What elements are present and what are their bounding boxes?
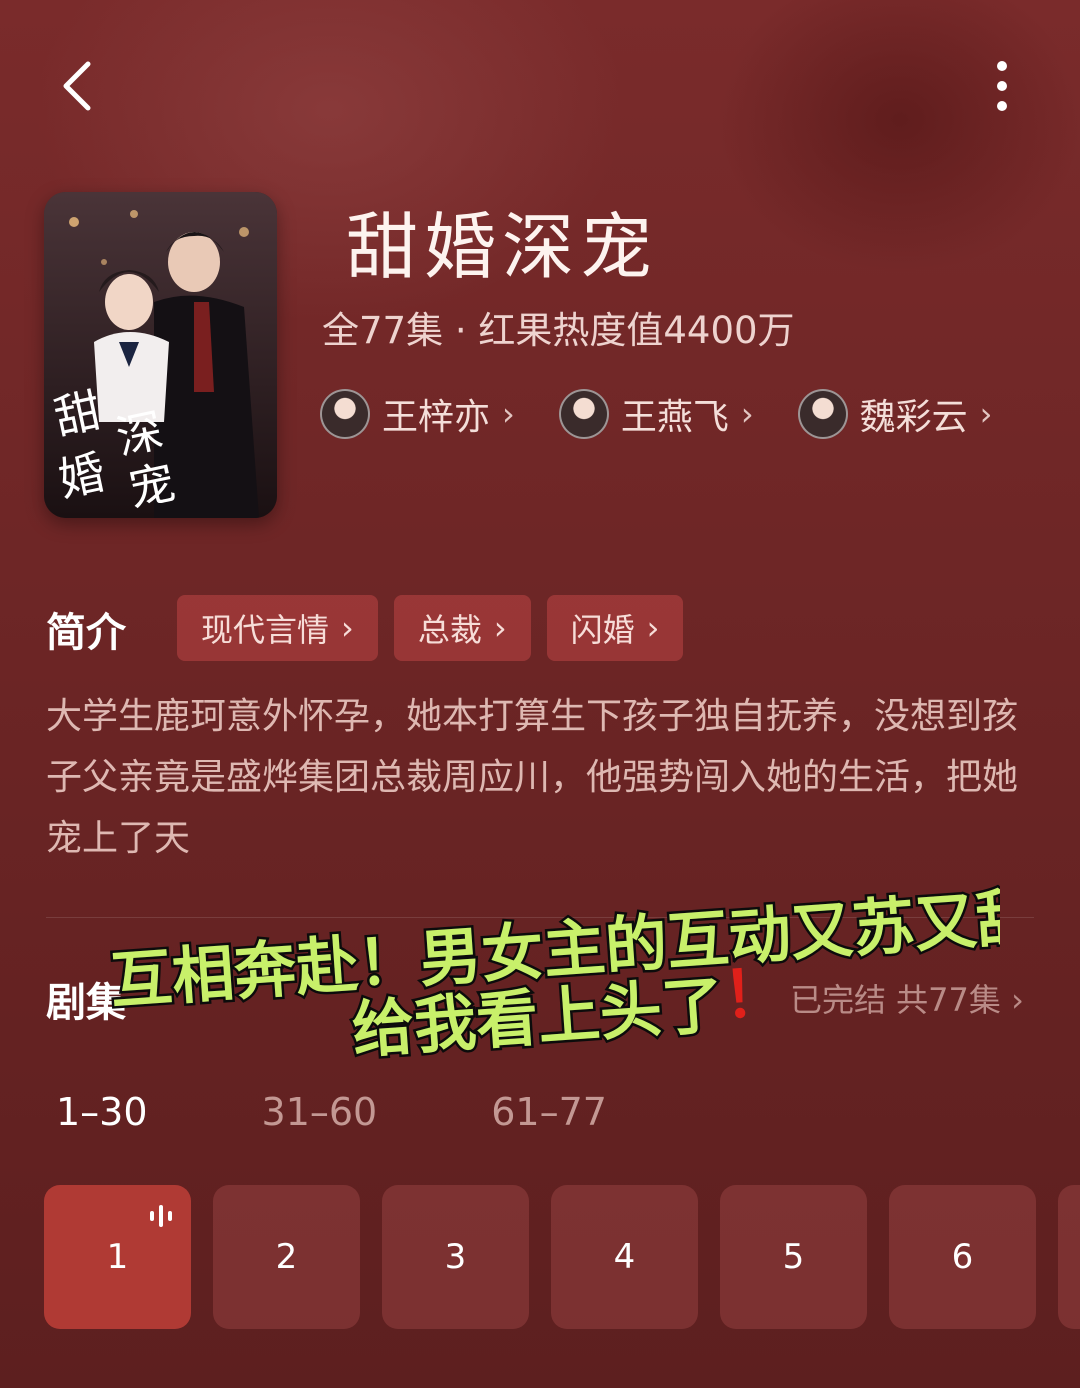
tab-range-1[interactable]: 1–30 [56, 1090, 148, 1134]
chevron-right-icon: › [740, 395, 754, 433]
show-meta: 全77集 · 红果热度值4400万 [322, 309, 795, 352]
episode-button[interactable]: 3 [382, 1185, 529, 1329]
chevron-right-icon: › [341, 609, 354, 647]
chevron-right-icon: › [493, 609, 507, 647]
cast-item[interactable]: 王燕飞 › [558, 388, 754, 440]
episode-grid: 1 2 3 4 5 6 [44, 1185, 1036, 1329]
episode-number: 2 [275, 1237, 298, 1277]
episode-button[interactable]: 2 [213, 1185, 360, 1329]
overlay-caption: 互相奔赴！男女主的互动又苏又甜 给我看上头了 ！ [105, 877, 1000, 1060]
more-button[interactable] [980, 56, 1024, 116]
tag-label: 闪婚 [570, 611, 635, 649]
avatar [797, 389, 848, 439]
avatar [558, 389, 609, 439]
intro-heading: 简介 [46, 610, 126, 656]
cast-name: 魏彩云 [859, 397, 968, 438]
tag-label: 现代言情 [201, 611, 330, 649]
cast-list: 王梓亦 › 王燕飞 › 魏彩云 › [320, 388, 992, 440]
tag-chip[interactable]: 现代言情 › [177, 595, 378, 661]
avatar [320, 389, 370, 439]
show-poster[interactable]: 甜 深 婚 宠 [44, 192, 277, 518]
tag-chip[interactable]: 闪婚 › [546, 595, 684, 661]
tag-list: 现代言情 › 总裁 › 闪婚 › [177, 595, 684, 661]
show-description: 大学生鹿珂意外怀孕，她本打算生下孩子独自抚养，没想到孩子父亲竟是盛烨集团总裁周应… [46, 696, 1019, 859]
playing-bars-icon [150, 1205, 172, 1227]
tab-range-3[interactable]: 61–77 [491, 1090, 607, 1134]
episode-number: 5 [782, 1237, 805, 1277]
cast-name: 王梓亦 [382, 397, 491, 438]
more-vertical-icon [997, 61, 1007, 111]
chevron-right-icon: › [979, 395, 993, 433]
cast-item[interactable]: 王梓亦 › [320, 388, 515, 440]
chevron-right-icon: › [646, 609, 660, 647]
episode-number: 4 [613, 1237, 636, 1277]
chevron-left-icon [63, 61, 91, 111]
episode-button-current[interactable]: 1 [44, 1185, 191, 1329]
chevron-right-icon: › [502, 395, 515, 433]
cast-item[interactable]: 魏彩云 › [797, 388, 993, 440]
show-title: 甜婚深宠 [346, 205, 659, 289]
cast-name: 王燕飞 [620, 397, 729, 438]
episode-button-peek[interactable] [1058, 1185, 1080, 1329]
episode-number: 1 [106, 1237, 129, 1277]
episode-range-tabs: 1–30 31–60 61–77 [56, 1090, 721, 1134]
episode-button[interactable]: 6 [889, 1185, 1036, 1329]
back-button[interactable] [54, 58, 102, 114]
tab-range-2[interactable]: 31–60 [262, 1090, 378, 1134]
episode-button[interactable]: 4 [551, 1185, 698, 1329]
chevron-right-icon: › [1011, 981, 1024, 1019]
episode-button[interactable]: 5 [720, 1185, 867, 1329]
episode-number: 6 [951, 1237, 974, 1277]
tag-chip[interactable]: 总裁 › [393, 595, 531, 661]
overlay-exclaim: ！ [720, 956, 789, 1034]
episode-number: 3 [444, 1237, 467, 1277]
tag-label: 总裁 [417, 611, 482, 649]
